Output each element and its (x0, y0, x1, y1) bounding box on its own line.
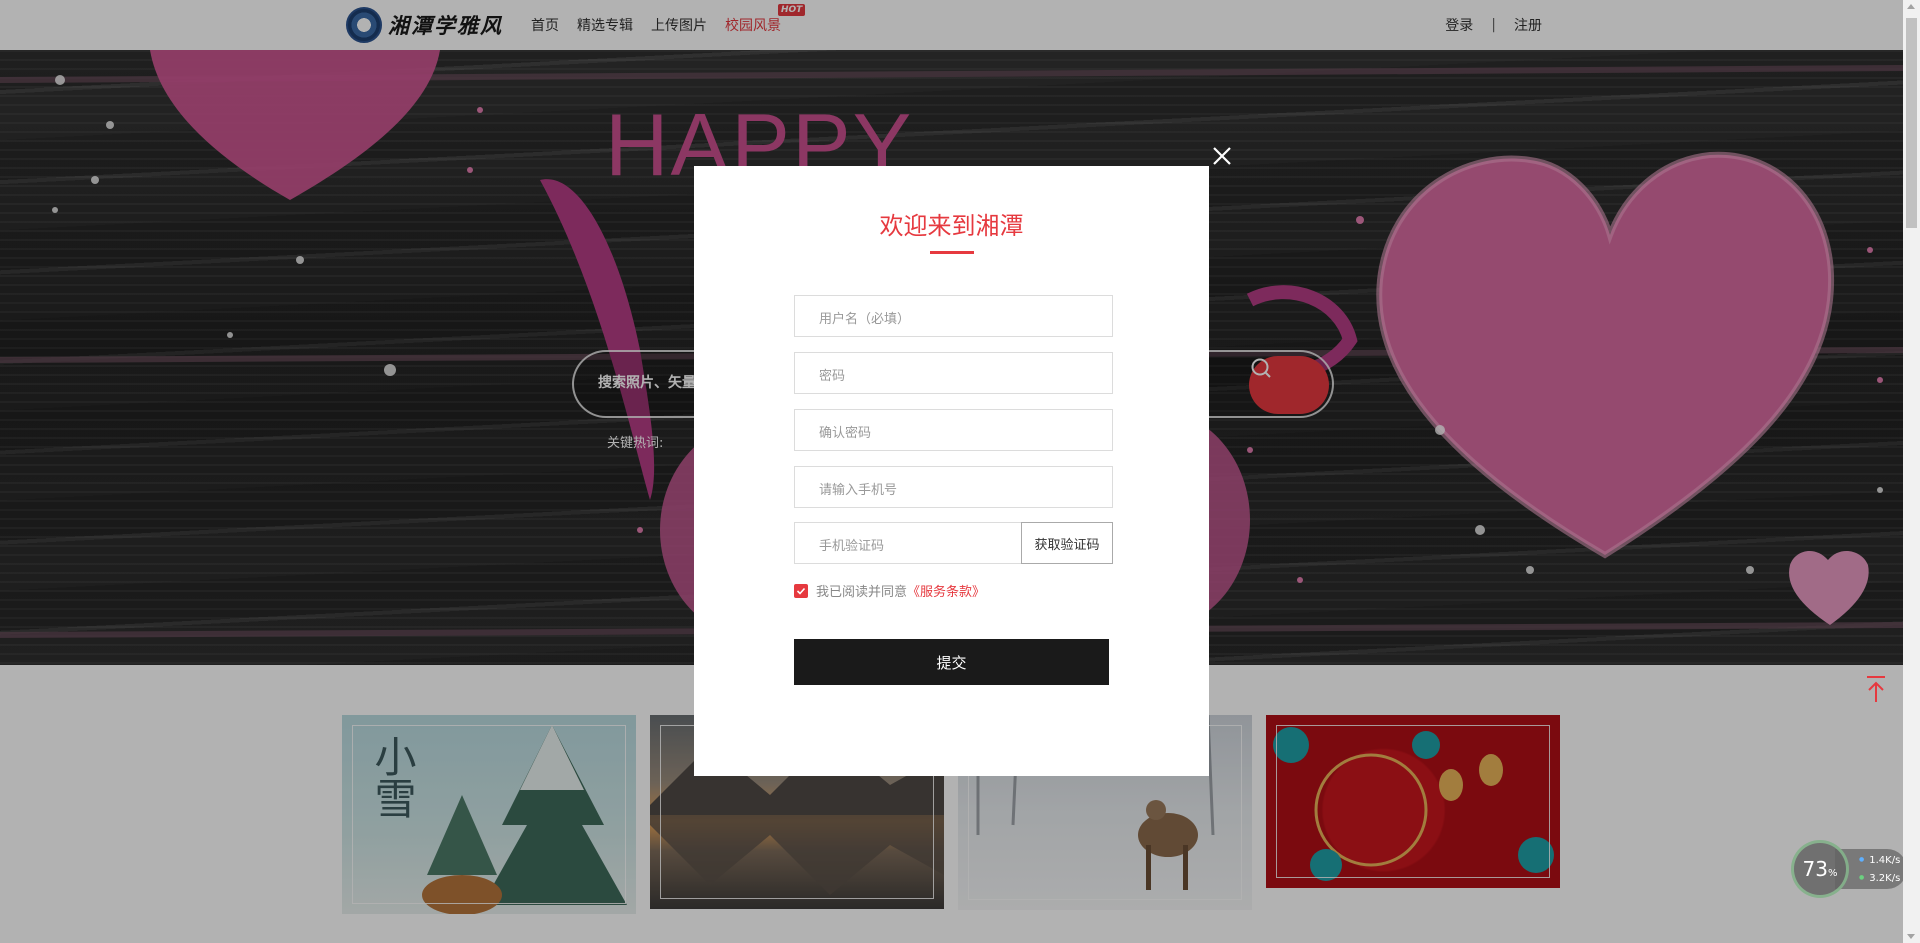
scroll-thumb[interactable] (1906, 18, 1917, 228)
username-placeholder: 用户名（必填） (819, 312, 911, 327)
submit-button[interactable]: 提交 (794, 639, 1109, 685)
arrow-up-icon (1867, 676, 1885, 702)
confirm-password-placeholder: 确认密码 (819, 426, 872, 441)
download-speed: 3.2K/s (1859, 870, 1907, 888)
upload-speed: 1.4K/s (1859, 852, 1907, 870)
usage-percent: 73 (1802, 857, 1828, 881)
get-code-button[interactable]: 获取验证码 (1021, 522, 1113, 564)
page-scrollbar[interactable] (1903, 0, 1920, 943)
title-underline (930, 251, 974, 254)
network-speed-widget[interactable]: 1.4K/s 3.2K/s 73% (1791, 840, 1909, 898)
close-icon (1213, 147, 1231, 165)
scroll-down-arrow-icon[interactable] (1907, 934, 1915, 939)
agree-checkbox[interactable] (794, 583, 808, 598)
modal-title: 欢迎来到湘潭 (879, 212, 1024, 240)
memory-usage-ring: 73% (1791, 840, 1849, 898)
register-modal: 欢迎来到湘潭 用户名（必填） 密码 确认密码 请输入手机号 手机验证码 获取验证… (694, 166, 1209, 776)
agree-terms: 我已阅读并同意 《服务条款》 (794, 581, 985, 600)
check-icon (796, 587, 806, 595)
password-placeholder: 密码 (819, 369, 846, 384)
username-field[interactable]: 用户名（必填） (794, 295, 1113, 337)
scroll-up-arrow-icon[interactable] (1907, 4, 1915, 9)
usage-percent-unit: % (1827, 867, 1838, 879)
phone-placeholder: 请输入手机号 (819, 483, 898, 498)
back-to-top-button[interactable] (1864, 674, 1888, 704)
agree-text: 我已阅读并同意 (816, 585, 908, 600)
sms-code-placeholder: 手机验证码 (819, 539, 885, 554)
confirm-password-field[interactable]: 确认密码 (794, 409, 1113, 451)
sms-code-field[interactable]: 手机验证码 (794, 522, 1022, 564)
terms-link[interactable]: 《服务条款》 (907, 581, 985, 600)
modal-close-button[interactable] (1208, 142, 1236, 170)
phone-field[interactable]: 请输入手机号 (794, 466, 1113, 508)
password-field[interactable]: 密码 (794, 352, 1113, 394)
